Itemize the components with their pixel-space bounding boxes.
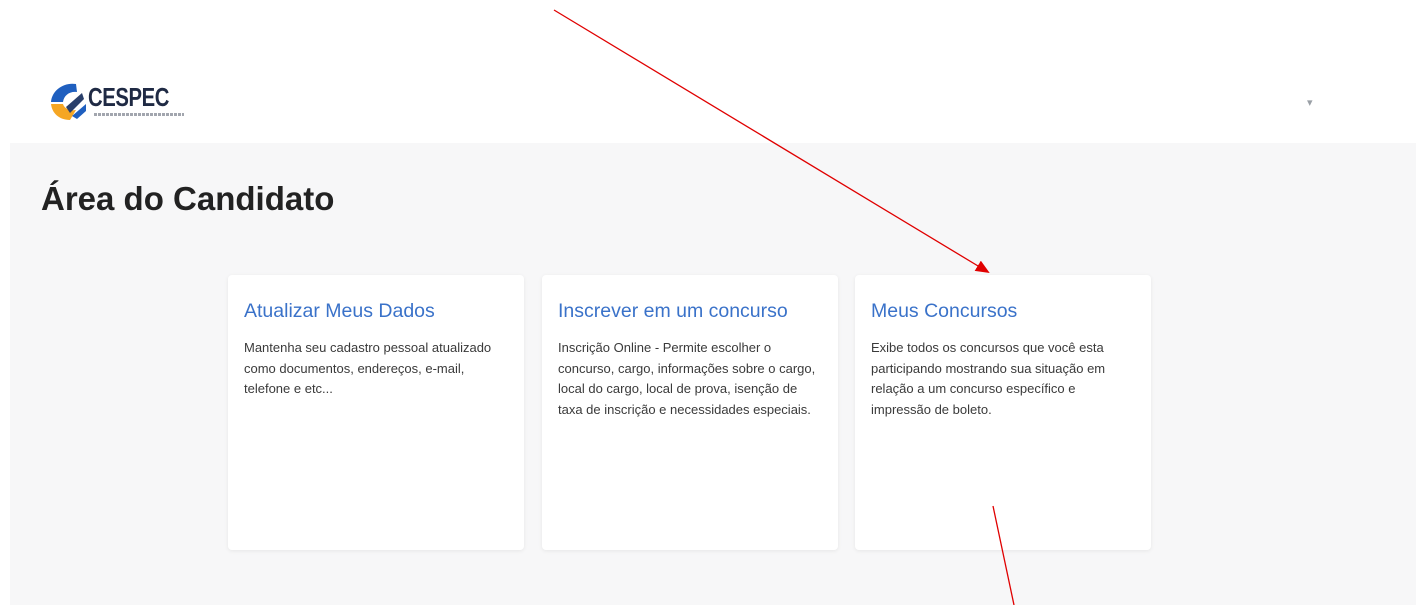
- card-register-contest[interactable]: Inscrever em um concurso Inscrição Onlin…: [542, 275, 838, 550]
- card-my-contests[interactable]: Meus Concursos Exibe todos os concursos …: [855, 275, 1151, 550]
- main-content: Área do Candidato Atualizar Meus Dados M…: [10, 143, 1416, 605]
- card-title[interactable]: Inscrever em um concurso: [558, 295, 822, 328]
- card-title[interactable]: Meus Concursos: [871, 295, 1135, 328]
- user-menu-dropdown[interactable]: ▾: [1307, 96, 1313, 109]
- card-description: Exibe todos os concursos que você esta p…: [871, 340, 1106, 417]
- cespec-logo-icon: [51, 83, 86, 120]
- cespec-logo[interactable]: CESPEC: [46, 80, 196, 125]
- card-title[interactable]: Atualizar Meus Dados: [244, 295, 508, 328]
- caret-down-icon: ▾: [1307, 97, 1313, 109]
- card-description: Inscrição Online - Permite escolher o co…: [558, 340, 816, 417]
- card-update-data[interactable]: Atualizar Meus Dados Mantenha seu cadast…: [228, 275, 524, 550]
- top-navbar: CESPEC ▾: [0, 0, 1416, 143]
- logo-tagline: [94, 113, 184, 116]
- logo-text: CESPEC: [88, 82, 170, 112]
- page-title: Área do Candidato: [41, 180, 335, 217]
- card-description: Mantenha seu cadastro pessoal atualizado…: [244, 340, 492, 396]
